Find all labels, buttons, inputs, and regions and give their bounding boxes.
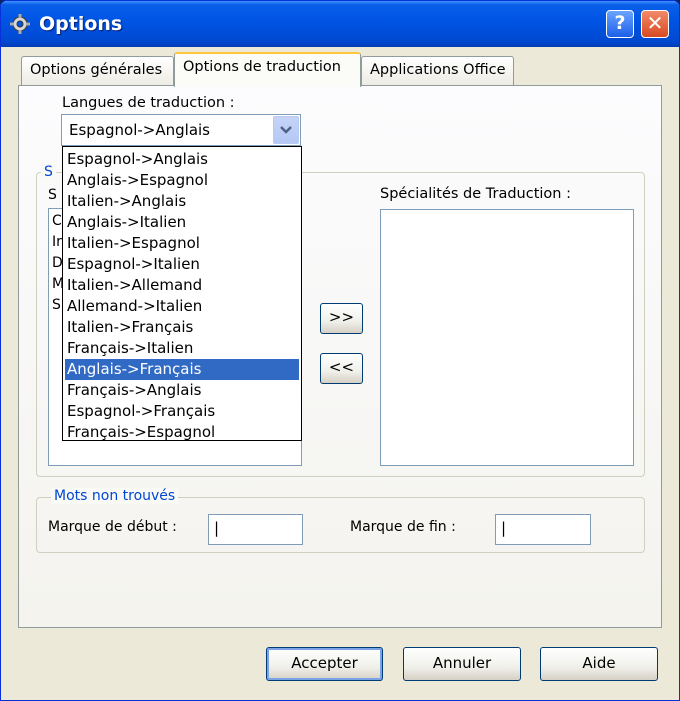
add-button-label: >> <box>328 308 355 326</box>
dropdown-option[interactable]: Espagnol->Français <box>65 401 299 422</box>
tab-translation-options[interactable]: Options de traduction <box>174 52 361 87</box>
help-button[interactable]: ? <box>606 10 634 38</box>
window-title: Options <box>39 13 123 35</box>
tab-label: Applications Office <box>370 62 506 78</box>
dropdown-option[interactable]: Anglais->Italien <box>65 212 299 233</box>
tab-label: Options de traduction <box>183 59 341 75</box>
end-marker-input[interactable]: | <box>495 514 591 545</box>
languages-label: Langues de traduction : <box>62 95 235 111</box>
dropdown-option[interactable]: Français->Espagnol <box>65 422 299 443</box>
remove-specialty-button[interactable]: << <box>320 353 363 384</box>
accept-button-label: Accepter <box>291 654 358 672</box>
accept-button[interactable]: Accepter <box>266 647 383 681</box>
help-footer-button[interactable]: Aide <box>540 647 658 681</box>
help-button-label: Aide <box>582 654 616 672</box>
combobox-dropdown-button[interactable] <box>273 116 299 144</box>
chevron-down-icon <box>280 126 292 134</box>
dropdown-option[interactable]: Anglais->Espagnol <box>65 170 299 191</box>
close-button[interactable]: ✕ <box>641 10 669 38</box>
cancel-button[interactable]: Annuler <box>403 647 521 681</box>
add-specialty-button[interactable]: >> <box>320 303 363 334</box>
start-marker-input[interactable]: | <box>208 514 303 545</box>
help-icon: ? <box>614 12 626 34</box>
language-combobox[interactable]: Espagnol->Anglais <box>61 114 301 146</box>
not-found-legend: Mots non trouvés <box>51 488 179 504</box>
remove-button-label: << <box>328 358 355 376</box>
close-icon: ✕ <box>646 11 664 35</box>
specialties-legend: S <box>41 164 56 180</box>
gear-icon <box>10 14 30 34</box>
not-found-group: Mots non trouvés Marque de début : | Mar… <box>36 488 645 553</box>
selected-specialties-list[interactable] <box>380 209 634 466</box>
dropdown-option[interactable]: Espagnol->Italien <box>65 254 299 275</box>
tab-office-applications[interactable]: Applications Office <box>361 56 514 86</box>
language-dropdown-list[interactable]: Espagnol->Anglais Anglais->Espagnol Ital… <box>62 146 302 441</box>
tab-general-options[interactable]: Options générales <box>21 56 174 86</box>
options-window: Options ? ✕ Options générales Options de… <box>0 0 680 701</box>
start-marker-value: | <box>214 519 220 537</box>
selected-specialties-label: Spécialités de Traduction : <box>380 186 571 202</box>
dropdown-option[interactable]: Allemand->Italien <box>65 296 299 317</box>
dropdown-option[interactable]: Espagnol->Anglais <box>65 149 299 170</box>
available-label: S <box>48 187 57 203</box>
combobox-value: Espagnol->Anglais <box>69 121 210 139</box>
dropdown-option[interactable]: Italien->Espagnol <box>65 233 299 254</box>
dropdown-option-highlighted[interactable]: Anglais->Français <box>65 359 299 380</box>
cancel-button-label: Annuler <box>432 654 492 672</box>
tab-label: Options générales <box>30 62 163 78</box>
dropdown-option[interactable]: Italien->Français <box>65 317 299 338</box>
end-marker-value: | <box>501 519 507 537</box>
dropdown-option[interactable]: Français->Anglais <box>65 380 299 401</box>
dropdown-option[interactable]: Italien->Anglais <box>65 191 299 212</box>
dropdown-option[interactable]: Italien->Allemand <box>65 275 299 296</box>
end-marker-label: Marque de fin : <box>350 519 456 535</box>
dropdown-option[interactable]: Français->Italien <box>65 338 299 359</box>
title-bar[interactable]: Options ? ✕ <box>1 1 679 47</box>
start-marker-label: Marque de début : <box>48 519 177 535</box>
